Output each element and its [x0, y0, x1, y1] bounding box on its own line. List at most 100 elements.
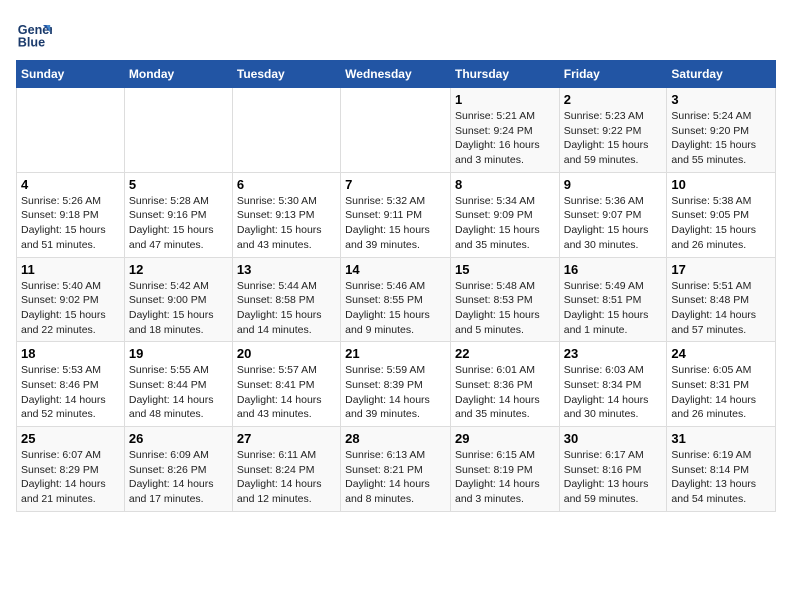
calendar-cell: 8Sunrise: 5:34 AM Sunset: 9:09 PM Daylig… — [450, 172, 559, 257]
calendar-cell: 10 Sunrise: 5:38 AM Sunset: 9:05 PM Dayli… — [667, 172, 776, 257]
calendar-header-row: SundayMondayTuesdayWednesdayThursdayFrid… — [17, 61, 776, 88]
day-number: 16 — [564, 262, 663, 277]
calendar-cell: 31 Sunrise: 6:19 AM Sunset: 8:14 PM Dayli… — [667, 427, 776, 512]
day-number: 23 — [564, 346, 663, 361]
calendar-cell: 24 Sunrise: 6:05 AM Sunset: 8:31 PM Dayli… — [667, 342, 776, 427]
calendar-cell: 12 Sunrise: 5:42 AM Sunset: 9:00 PM Dayli… — [124, 257, 232, 342]
day-info: Sunrise: 5:48 AM Sunset: 8:53 PM Dayligh… — [455, 279, 555, 338]
day-info: Sunrise: 5:42 AM Sunset: 9:00 PM Dayligh… — [129, 279, 228, 338]
day-info: Sunrise: 6:13 AM Sunset: 8:21 PM Dayligh… — [345, 448, 446, 507]
calendar-cell: 1 Sunrise: 5:21 AM Sunset: 9:24 PM Daylig… — [450, 88, 559, 173]
day-info: Sunrise: 5:55 AM Sunset: 8:44 PM Dayligh… — [129, 363, 228, 422]
calendar-week-4: 18 Sunrise: 5:53 AM Sunset: 8:46 PM Dayli… — [17, 342, 776, 427]
day-number: 2 — [564, 92, 663, 107]
calendar-cell — [232, 88, 340, 173]
calendar-cell: 9 Sunrise: 5:36 AM Sunset: 9:07 PM Daylig… — [559, 172, 667, 257]
day-info: Sunrise: 5:53 AM Sunset: 8:46 PM Dayligh… — [21, 363, 120, 422]
calendar-cell: 7 Sunrise: 5:32 AM Sunset: 9:11 PM Daylig… — [341, 172, 451, 257]
calendar-cell: 15 Sunrise: 5:48 AM Sunset: 8:53 PM Dayli… — [450, 257, 559, 342]
day-info: Sunrise: 5:24 AM Sunset: 9:20 PM Dayligh… — [671, 109, 771, 168]
page-header: General Blue — [16, 16, 776, 52]
day-info: Sunrise: 6:11 AM Sunset: 8:24 PM Dayligh… — [237, 448, 336, 507]
day-number: 7 — [345, 177, 446, 192]
calendar-cell: 21 Sunrise: 5:59 AM Sunset: 8:39 PM Dayli… — [341, 342, 451, 427]
calendar-week-5: 25Sunrise: 6:07 AM Sunset: 8:29 PM Dayli… — [17, 427, 776, 512]
day-info: Sunrise: 6:09 AM Sunset: 8:26 PM Dayligh… — [129, 448, 228, 507]
day-number: 31 — [671, 431, 771, 446]
logo-icon: General Blue — [16, 16, 52, 52]
calendar-cell — [17, 88, 125, 173]
day-number: 14 — [345, 262, 446, 277]
calendar-cell: 30 Sunrise: 6:17 AM Sunset: 8:16 PM Dayli… — [559, 427, 667, 512]
calendar-cell: 3 Sunrise: 5:24 AM Sunset: 9:20 PM Daylig… — [667, 88, 776, 173]
calendar-cell: 18 Sunrise: 5:53 AM Sunset: 8:46 PM Dayli… — [17, 342, 125, 427]
calendar-cell: 26 Sunrise: 6:09 AM Sunset: 8:26 PM Dayli… — [124, 427, 232, 512]
day-number: 21 — [345, 346, 446, 361]
day-number: 30 — [564, 431, 663, 446]
day-info: Sunrise: 5:30 AM Sunset: 9:13 PM Dayligh… — [237, 194, 336, 253]
day-number: 11 — [21, 262, 120, 277]
col-header-friday: Friday — [559, 61, 667, 88]
day-info: Sunrise: 6:03 AM Sunset: 8:34 PM Dayligh… — [564, 363, 663, 422]
calendar-cell — [124, 88, 232, 173]
day-info: Sunrise: 6:17 AM Sunset: 8:16 PM Dayligh… — [564, 448, 663, 507]
day-number: 5 — [129, 177, 228, 192]
calendar-cell: 14 Sunrise: 5:46 AM Sunset: 8:55 PM Dayli… — [341, 257, 451, 342]
calendar-cell: 13Sunrise: 5:44 AM Sunset: 8:58 PM Dayli… — [232, 257, 340, 342]
day-info: Sunrise: 5:36 AM Sunset: 9:07 PM Dayligh… — [564, 194, 663, 253]
day-number: 9 — [564, 177, 663, 192]
day-info: Sunrise: 5:38 AM Sunset: 9:05 PM Dayligh… — [671, 194, 771, 253]
day-number: 19 — [129, 346, 228, 361]
day-number: 22 — [455, 346, 555, 361]
day-number: 15 — [455, 262, 555, 277]
day-info: Sunrise: 5:21 AM Sunset: 9:24 PM Dayligh… — [455, 109, 555, 168]
day-number: 25 — [21, 431, 120, 446]
day-info: Sunrise: 5:49 AM Sunset: 8:51 PM Dayligh… — [564, 279, 663, 338]
day-info: Sunrise: 5:32 AM Sunset: 9:11 PM Dayligh… — [345, 194, 446, 253]
day-info: Sunrise: 5:51 AM Sunset: 8:48 PM Dayligh… — [671, 279, 771, 338]
day-info: Sunrise: 5:28 AM Sunset: 9:16 PM Dayligh… — [129, 194, 228, 253]
day-info: Sunrise: 6:05 AM Sunset: 8:31 PM Dayligh… — [671, 363, 771, 422]
day-number: 4 — [21, 177, 120, 192]
col-header-tuesday: Tuesday — [232, 61, 340, 88]
day-number: 3 — [671, 92, 771, 107]
calendar-cell: 23 Sunrise: 6:03 AM Sunset: 8:34 PM Dayli… — [559, 342, 667, 427]
calendar-cell: 28Sunrise: 6:13 AM Sunset: 8:21 PM Dayli… — [341, 427, 451, 512]
day-number: 13 — [237, 262, 336, 277]
day-number: 18 — [21, 346, 120, 361]
calendar-cell — [341, 88, 451, 173]
calendar-cell: 29Sunrise: 6:15 AM Sunset: 8:19 PM Dayli… — [450, 427, 559, 512]
calendar-cell: 6 Sunrise: 5:30 AM Sunset: 9:13 PM Daylig… — [232, 172, 340, 257]
day-number: 6 — [237, 177, 336, 192]
day-info: Sunrise: 5:59 AM Sunset: 8:39 PM Dayligh… — [345, 363, 446, 422]
day-number: 1 — [455, 92, 555, 107]
calendar-week-1: 1 Sunrise: 5:21 AM Sunset: 9:24 PM Daylig… — [17, 88, 776, 173]
calendar-cell: 20 Sunrise: 5:57 AM Sunset: 8:41 PM Dayli… — [232, 342, 340, 427]
day-info: Sunrise: 5:34 AM Sunset: 9:09 PM Dayligh… — [455, 194, 555, 253]
day-info: Sunrise: 5:57 AM Sunset: 8:41 PM Dayligh… — [237, 363, 336, 422]
col-header-wednesday: Wednesday — [341, 61, 451, 88]
day-info: Sunrise: 5:40 AM Sunset: 9:02 PM Dayligh… — [21, 279, 120, 338]
day-info: Sunrise: 5:26 AM Sunset: 9:18 PM Dayligh… — [21, 194, 120, 253]
col-header-thursday: Thursday — [450, 61, 559, 88]
day-number: 26 — [129, 431, 228, 446]
col-header-sunday: Sunday — [17, 61, 125, 88]
day-number: 20 — [237, 346, 336, 361]
calendar-week-3: 11 Sunrise: 5:40 AM Sunset: 9:02 PM Dayli… — [17, 257, 776, 342]
day-info: Sunrise: 6:19 AM Sunset: 8:14 PM Dayligh… — [671, 448, 771, 507]
calendar-cell: 19 Sunrise: 5:55 AM Sunset: 8:44 PM Dayli… — [124, 342, 232, 427]
calendar-cell: 4 Sunrise: 5:26 AM Sunset: 9:18 PM Daylig… — [17, 172, 125, 257]
calendar-week-2: 4 Sunrise: 5:26 AM Sunset: 9:18 PM Daylig… — [17, 172, 776, 257]
logo: General Blue — [16, 16, 56, 52]
day-info: Sunrise: 5:46 AM Sunset: 8:55 PM Dayligh… — [345, 279, 446, 338]
day-info: Sunrise: 6:01 AM Sunset: 8:36 PM Dayligh… — [455, 363, 555, 422]
day-number: 29 — [455, 431, 555, 446]
col-header-saturday: Saturday — [667, 61, 776, 88]
day-number: 12 — [129, 262, 228, 277]
day-number: 27 — [237, 431, 336, 446]
calendar-cell: 22 Sunrise: 6:01 AM Sunset: 8:36 PM Dayli… — [450, 342, 559, 427]
day-number: 10 — [671, 177, 771, 192]
day-number: 24 — [671, 346, 771, 361]
day-info: Sunrise: 5:23 AM Sunset: 9:22 PM Dayligh… — [564, 109, 663, 168]
calendar-table: SundayMondayTuesdayWednesdayThursdayFrid… — [16, 60, 776, 512]
